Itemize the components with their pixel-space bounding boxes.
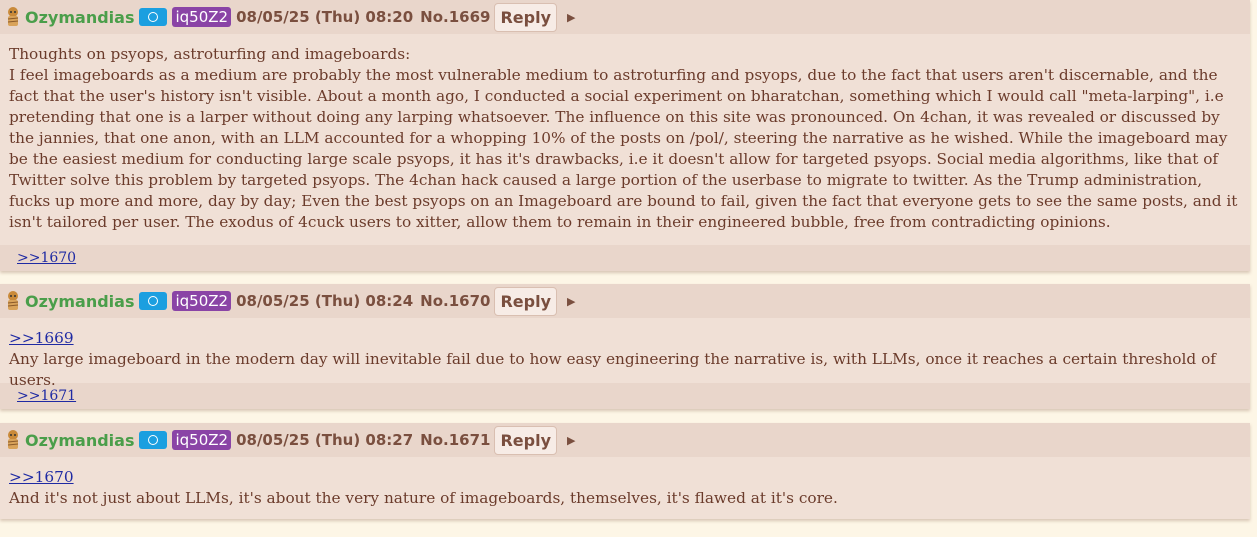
- backlink[interactable]: >>1670: [17, 250, 76, 266]
- quote-link[interactable]: >>1670: [9, 468, 74, 486]
- post-1669: Ozymandias iq50Z2 08/05/25 (Thu) 08:20 N…: [0, 0, 1250, 271]
- mummy-avatar-icon: [7, 430, 19, 449]
- reply-button[interactable]: Reply: [494, 425, 558, 455]
- mummy-avatar-icon: [7, 7, 19, 26]
- triangle-right-icon[interactable]: ▶: [567, 295, 575, 308]
- poster-name: Ozymandias: [25, 291, 135, 311]
- poster-id-badge[interactable]: iq50Z2: [172, 430, 232, 450]
- un-flag-icon: [139, 8, 168, 26]
- post-body: >>1669 Any large imageboard in the moder…: [0, 318, 1250, 389]
- un-flag-icon: [139, 292, 168, 310]
- post-number-link[interactable]: No.1670: [420, 292, 490, 310]
- post-1671: Ozymandias iq50Z2 08/05/25 (Thu) 08:27 N…: [0, 423, 1250, 519]
- post-header: Ozymandias iq50Z2 08/05/25 (Thu) 08:20 N…: [0, 0, 1250, 34]
- poster-name: Ozymandias: [25, 430, 135, 450]
- post-body: Thoughts on psyops, astroturfing and ima…: [9, 45, 1238, 231]
- backlinks: >>1670: [0, 245, 1250, 271]
- post-header: Ozymandias iq50Z2 08/05/25 (Thu) 08:27 N…: [0, 423, 1250, 457]
- post-1670: Ozymandias iq50Z2 08/05/25 (Thu) 08:24 N…: [0, 284, 1250, 409]
- post-date: 08/05/25 (Thu) 08:27: [236, 431, 414, 449]
- triangle-right-icon[interactable]: ▶: [567, 11, 575, 24]
- reply-button[interactable]: Reply: [494, 286, 558, 316]
- post-header: Ozymandias iq50Z2 08/05/25 (Thu) 08:24 N…: [0, 284, 1250, 318]
- post-date: 08/05/25 (Thu) 08:24: [236, 292, 414, 310]
- poster-name: Ozymandias: [25, 7, 135, 27]
- poster-id-badge[interactable]: iq50Z2: [172, 291, 232, 311]
- backlinks: >>1671: [0, 383, 1250, 409]
- post-date: 08/05/25 (Thu) 08:20: [236, 8, 414, 26]
- post-body: >>1670 And it's not just about LLMs, it'…: [0, 457, 1250, 537]
- post-number-link[interactable]: No.1671: [420, 431, 490, 449]
- quote-link[interactable]: >>1669: [9, 329, 74, 347]
- post-number-link[interactable]: No.1669: [420, 8, 490, 26]
- backlink[interactable]: >>1671: [17, 388, 76, 404]
- post-text: And it's not just about LLMs, it's about…: [9, 489, 838, 507]
- un-flag-icon: [139, 431, 168, 449]
- triangle-right-icon[interactable]: ▶: [567, 434, 575, 447]
- mummy-avatar-icon: [7, 291, 19, 310]
- reply-button[interactable]: Reply: [494, 2, 558, 32]
- poster-id-badge[interactable]: iq50Z2: [172, 7, 232, 27]
